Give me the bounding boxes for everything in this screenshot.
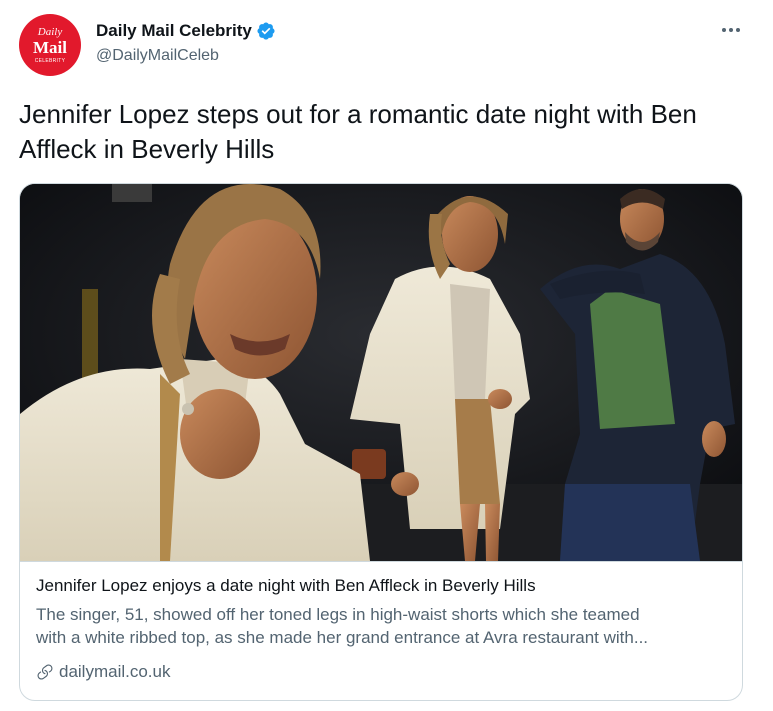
more-dot (729, 28, 733, 32)
photo-illustration (20, 184, 742, 561)
card-description-line1: The singer, 51, showed off her toned leg… (36, 605, 640, 624)
link-card[interactable]: Jennifer Lopez enjoys a date night with … (19, 183, 743, 701)
author-name-row: Daily Mail Celebrity (96, 20, 276, 42)
handle[interactable]: @DailyMailCeleb (96, 47, 219, 65)
more-dot (722, 28, 726, 32)
card-description: The singer, 51, showed off her toned leg… (36, 603, 736, 649)
verified-badge-icon (256, 21, 276, 41)
avatar-line3: CELEBRITY (34, 57, 66, 64)
more-icon[interactable] (717, 20, 745, 40)
display-name[interactable]: Daily Mail Celebrity (96, 21, 252, 41)
card-meta: Jennifer Lopez enjoys a date night with … (20, 561, 742, 700)
avatar-line2: Mail (33, 37, 67, 57)
card-domain[interactable]: dailymail.co.uk (36, 662, 171, 682)
link-icon (36, 663, 54, 681)
card-description-line2: with a white ribbed top, as she made her… (36, 628, 649, 647)
more-dot (736, 28, 740, 32)
avatar-line1: Daily (37, 25, 63, 38)
card-title[interactable]: Jennifer Lopez enjoys a date night with … (36, 575, 536, 597)
avatar[interactable]: Daily Mail CELEBRITY (19, 14, 81, 76)
tweet-text: Jennifer Lopez steps out for a romantic … (19, 99, 697, 164)
card-photo[interactable] (20, 184, 742, 561)
card-domain-text: dailymail.co.uk (59, 662, 171, 681)
tweet: Daily Mail CELEBRITY Daily Mail Celebrit… (0, 0, 773, 711)
